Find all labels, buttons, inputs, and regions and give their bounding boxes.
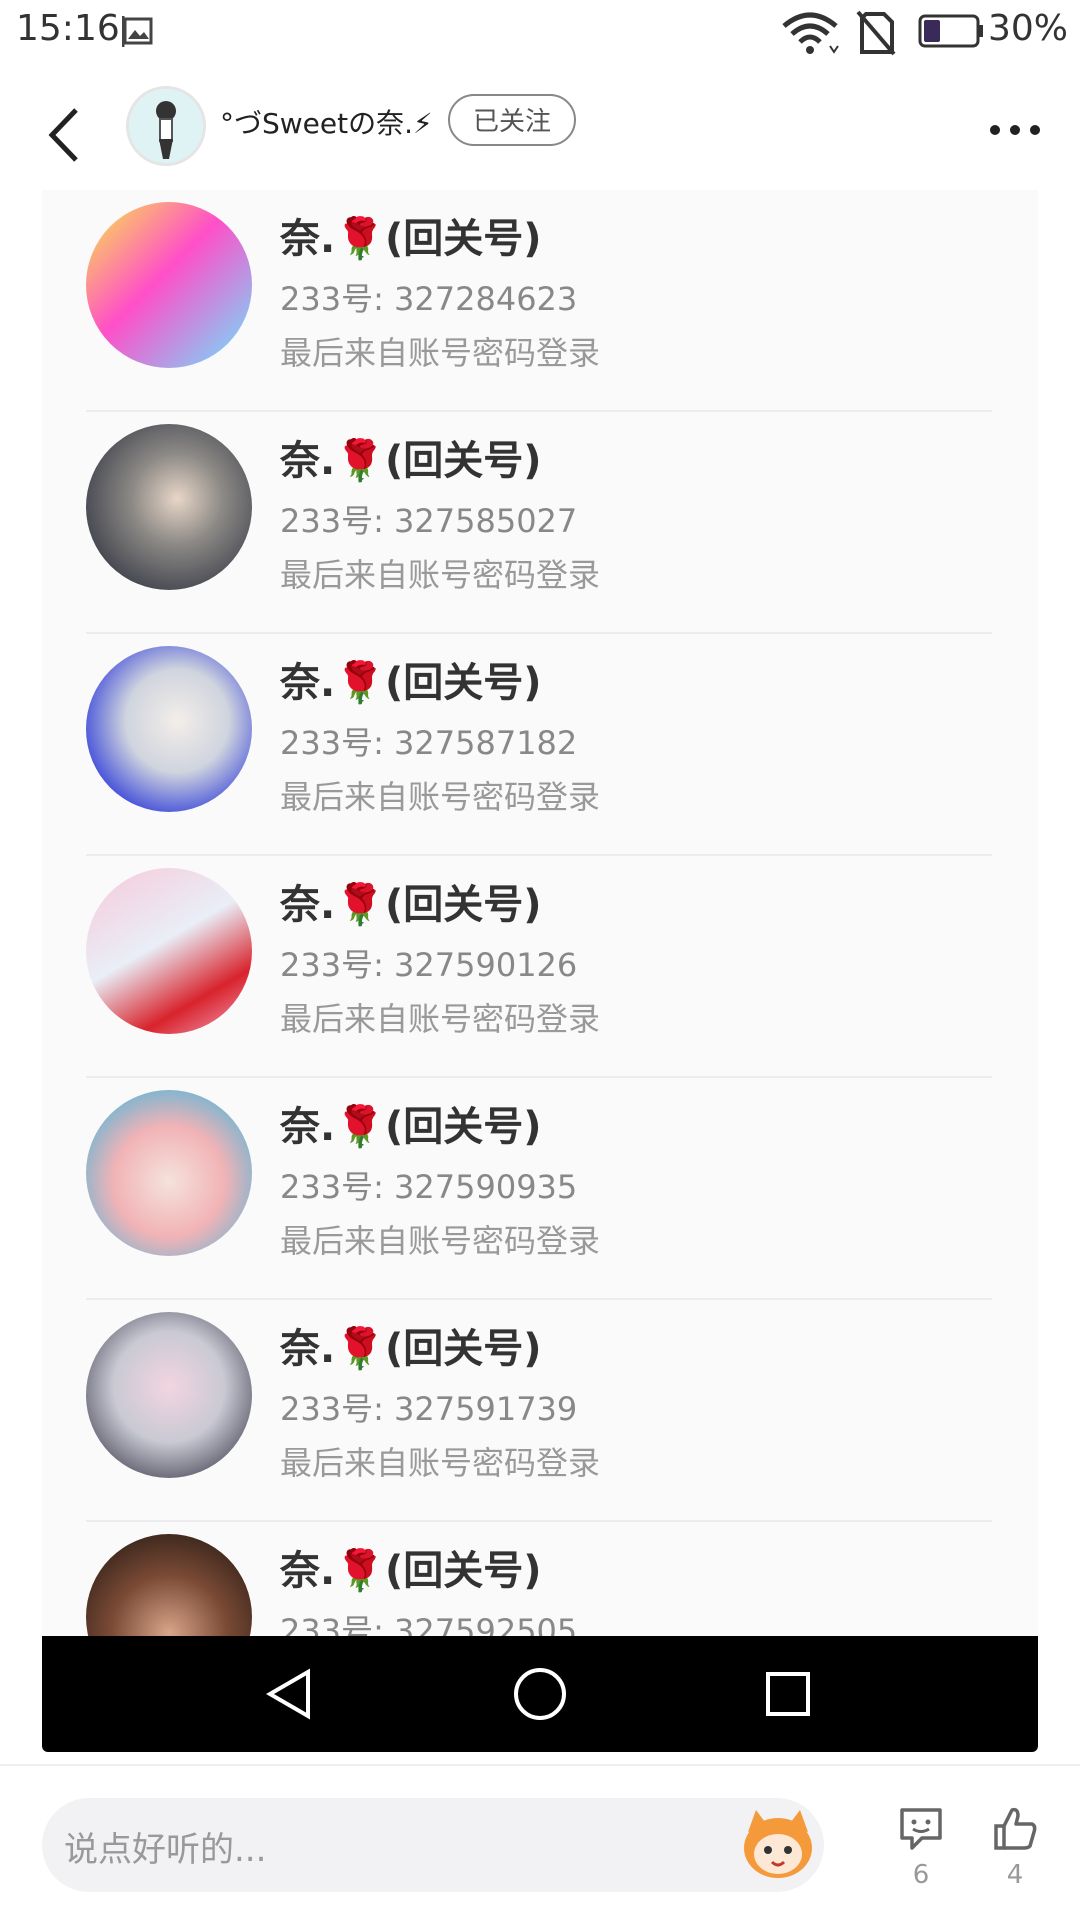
- mascot-emoji-icon[interactable]: [738, 1806, 818, 1882]
- back-button[interactable]: [40, 100, 90, 170]
- list-item[interactable]: 奈.🌹(回关号) 233号: 327284623 最后来自账号密码登录: [42, 190, 1038, 412]
- comment-placeholder: 说点好听的...: [64, 1830, 267, 1870]
- following-button[interactable]: 已关注: [448, 94, 576, 146]
- avatar: [86, 1312, 252, 1478]
- item-login-info: 最后来自账号密码登录: [280, 1444, 601, 1482]
- list-item[interactable]: 奈.🌹(回关号) 233号: 327591739 最后来自账号密码登录: [42, 1300, 1038, 1522]
- item-login-info: 最后来自账号密码登录: [280, 334, 601, 372]
- recent-square-icon[interactable]: [764, 1670, 812, 1718]
- item-title: 奈.🌹(回关号): [280, 882, 542, 928]
- back-triangle-icon[interactable]: [264, 1668, 314, 1720]
- item-login-info: 最后来自账号密码登录: [280, 778, 601, 816]
- header-username: °づSweetの奈.⚡: [220, 107, 433, 140]
- profile-header: °づSweetの奈.⚡ 已关注: [0, 80, 1080, 200]
- item-title: 奈.🌹(回关号): [280, 1326, 542, 1372]
- like-count: 4: [1006, 1860, 1024, 1890]
- avatar: [86, 202, 252, 368]
- item-title: 奈.🌹(回关号): [280, 1548, 542, 1594]
- avatar: [86, 646, 252, 812]
- item-title: 奈.🌹(回关号): [280, 216, 542, 262]
- item-id: 233号: 327590935: [280, 1168, 578, 1206]
- thumbs-up-icon[interactable]: [990, 1804, 1040, 1854]
- list-item[interactable]: 奈.🌹(回关号) 233号: 327587182 最后来自账号密码登录: [42, 634, 1038, 856]
- battery-icon: [918, 14, 983, 48]
- no-sim-icon: [856, 10, 896, 56]
- avatar-figure: [156, 101, 176, 159]
- item-id: 233号: 327585027: [280, 502, 578, 540]
- item-id: 233号: 327587182: [280, 724, 578, 762]
- avatar: [86, 1090, 252, 1256]
- list-item[interactable]: 奈.🌹(回关号) 233号: 327585027 最后来自账号密码登录: [42, 412, 1038, 634]
- item-id: 233号: 327592505: [280, 1612, 578, 1636]
- divider: [0, 1764, 1080, 1766]
- list-item[interactable]: 奈.🌹(回关号) 233号: 327592505: [42, 1522, 1038, 1636]
- status-bar: 15:16 30%: [0, 0, 1080, 64]
- item-title: 奈.🌹(回关号): [280, 438, 542, 484]
- comment-count: 6: [912, 1860, 930, 1890]
- wifi-icon: [782, 12, 839, 54]
- system-navigation-bar: [42, 1636, 1038, 1752]
- list-item[interactable]: 奈.🌹(回关号) 233号: 327590935 最后来自账号密码登录: [42, 1078, 1038, 1300]
- comment-icon[interactable]: [896, 1804, 946, 1854]
- header-avatar[interactable]: [126, 86, 206, 166]
- avatar: [86, 424, 252, 590]
- item-login-info: 最后来自账号密码登录: [280, 1000, 601, 1038]
- item-id: 233号: 327590126: [280, 946, 578, 984]
- item-title: 奈.🌹(回关号): [280, 1104, 542, 1150]
- comment-input[interactable]: 说点好听的...: [42, 1798, 824, 1892]
- more-dots-icon[interactable]: [985, 110, 1045, 150]
- item-login-info: 最后来自账号密码登录: [280, 1222, 601, 1260]
- status-time: 15:16: [16, 8, 120, 49]
- list-item[interactable]: 奈.🌹(回关号) 233号: 327590126 最后来自账号密码登录: [42, 856, 1038, 1078]
- item-title: 奈.🌹(回关号): [280, 660, 542, 706]
- item-id: 233号: 327591739: [280, 1390, 578, 1428]
- item-login-info: 最后来自账号密码登录: [280, 556, 601, 594]
- avatar: [86, 1534, 252, 1636]
- gallery-icon: [122, 16, 153, 47]
- home-circle-icon[interactable]: [512, 1666, 568, 1722]
- account-list: 奈.🌹(回关号) 233号: 327284623 最后来自账号密码登录 奈.🌹(…: [42, 190, 1038, 1636]
- item-id: 233号: 327284623: [280, 280, 578, 318]
- avatar: [86, 868, 252, 1034]
- battery-percentage: 30%: [988, 8, 1069, 49]
